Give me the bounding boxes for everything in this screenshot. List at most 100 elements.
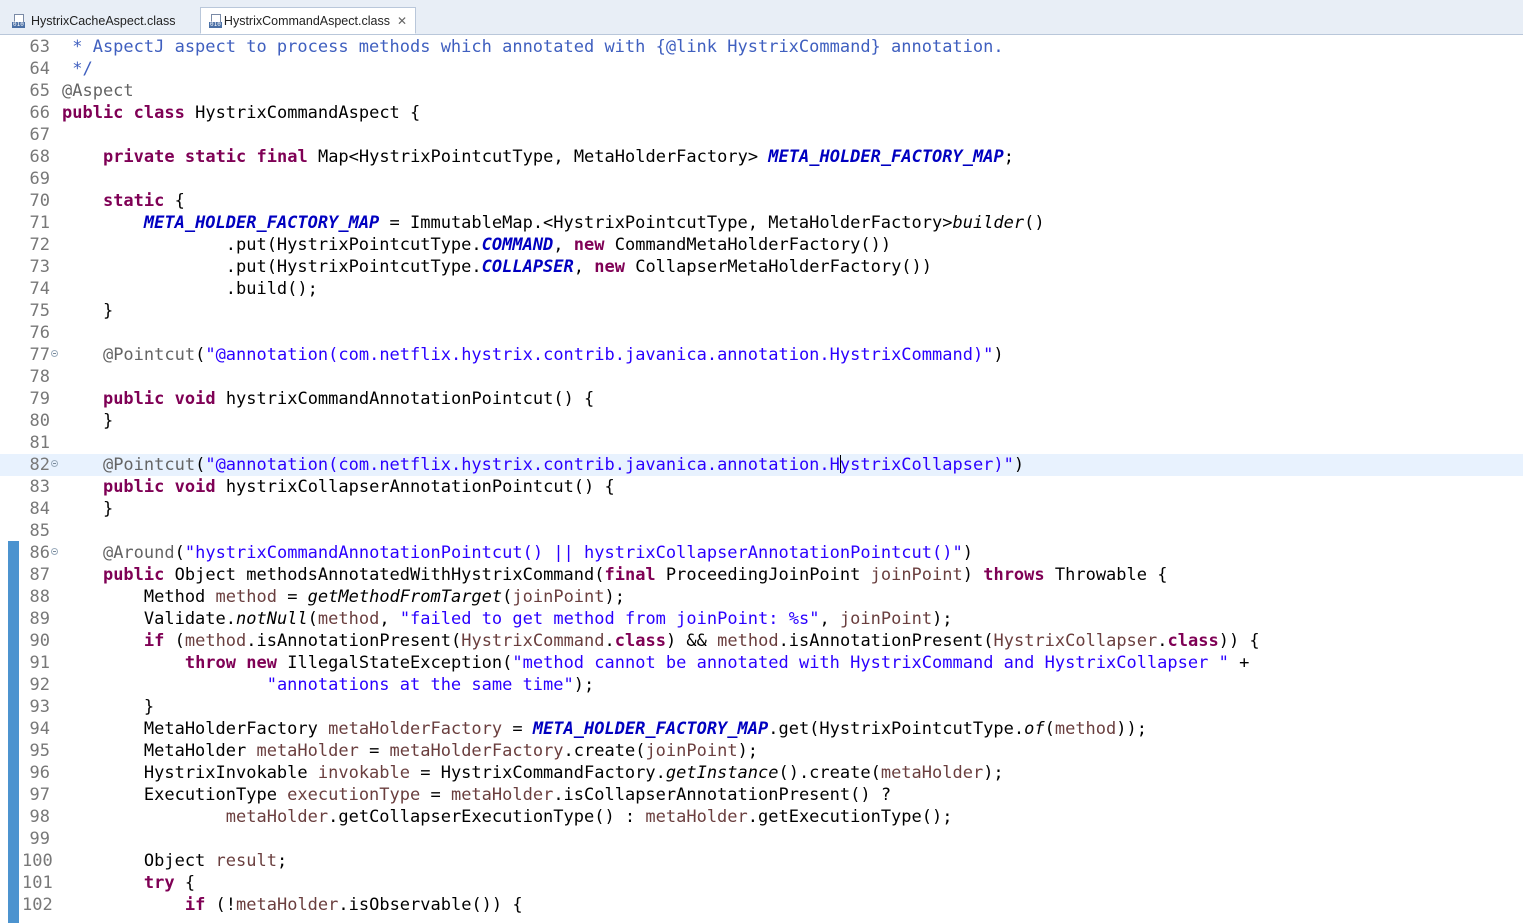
code-text: private static final Map<HystrixPointcut… [62,146,1014,168]
code-text: if (!metaHolder.isObservable()) { [62,894,523,916]
code-line[interactable]: 82 @Pointcut("@annotation(com.netflix.hy… [0,454,1523,476]
code-line[interactable]: 85 [0,520,1523,542]
close-icon[interactable]: ✕ [397,14,407,28]
code-editor[interactable]: 63 * AspectJ aspect to process methods w… [0,35,1523,923]
code-line[interactable]: 67 [0,124,1523,146]
code-token: metaHolder [256,741,359,761]
code-line[interactable]: 95 MetaHolder metaHolder = metaHolderFac… [0,740,1523,762]
code-line[interactable]: 70 static { [0,190,1523,212]
tab-label: HystrixCommandAspect.class [223,13,390,28]
code-token: ( [195,455,206,475]
line-number: 81 [29,433,50,453]
code-line[interactable]: 90 if (method.isAnnotationPresent(Hystri… [0,630,1523,652]
code-line[interactable]: 83 public void hystrixCollapserAnnotatio… [0,476,1523,498]
code-line[interactable]: 68 private static final Map<HystrixPoint… [0,146,1523,168]
code-token: ProceedingJoinPoint [655,565,871,585]
code-line[interactable]: 98 metaHolder.getCollapserExecutionType(… [0,806,1523,828]
code-line[interactable]: 91 throw new IllegalStateException("meth… [0,652,1523,674]
code-token: } [62,697,155,717]
code-text: if (method.isAnnotationPresent(HystrixCo… [62,630,1260,652]
code-line[interactable]: 72 .put(HystrixPointcutType.COMMAND, new… [0,234,1523,256]
line-number: 80 [29,411,50,431]
code-token: CommandMetaHolderFactory()) [604,235,892,255]
code-token: metaHolder [645,807,748,827]
code-token: ); [737,741,759,761]
code-token: ( [164,631,185,651]
code-line[interactable]: 96 HystrixInvokable invokable = HystrixC… [0,762,1523,784]
code-line[interactable]: 69 [0,168,1523,190]
code-token: if [143,631,165,651]
code-line[interactable]: 65 @Aspect [0,80,1523,102]
code-line[interactable]: 94 MetaHolderFactory metaHolderFactory =… [0,718,1523,740]
line-number: 73 [29,257,50,277]
tab-hystrix-cache-aspect[interactable]: 010 HystrixCacheAspect.class [4,8,197,33]
code-line[interactable]: 75 } [0,300,1523,322]
code-token: MetaHolderFactory [62,719,329,739]
code-text: META_HOLDER_FACTORY_MAP = ImmutableMap.<… [62,212,1045,234]
code-line[interactable]: 78 [0,366,1523,388]
code-token: private [102,147,175,167]
code-line[interactable]: 84 } [0,498,1523,520]
code-token: final [604,565,656,585]
line-number: 87 [29,565,50,585]
code-token: + [1228,653,1250,673]
code-line[interactable]: 76 [0,322,1523,344]
code-line[interactable]: 101 try { [0,872,1523,894]
code-line[interactable]: 64 */ [0,58,1523,80]
code-token: ( [195,345,206,365]
code-token: static [184,147,247,167]
code-token: method [317,609,380,629]
code-line[interactable]: 102 if (!metaHolder.isObservable()) { [0,894,1523,916]
code-line[interactable]: 92 "annotations at the same time"); [0,674,1523,696]
code-line[interactable]: 93 } [0,696,1523,718]
code-line[interactable]: 99 [0,828,1523,850]
code-line[interactable]: 73 .put(HystrixPointcutType.COLLAPSER, n… [0,256,1523,278]
line-number: 90 [29,631,50,651]
code-token: } [62,499,114,519]
fold-collapse-icon[interactable] [51,460,58,467]
code-token: HystrixCommandAspect { [184,103,421,123]
code-line[interactable]: 80 } [0,410,1523,432]
code-token: final [256,147,308,167]
code-line[interactable]: 87 public Object methodsAnnotatedWithHys… [0,564,1523,586]
code-text: try { [62,872,195,894]
code-text: Validate.notNull(method, "failed to get … [62,608,953,630]
code-token: "method cannot be annotated with Hystrix… [512,653,1229,673]
code-token: } [62,411,114,431]
fold-collapse-icon[interactable] [51,350,58,357]
code-line[interactable]: 100 Object result; [0,850,1523,872]
code-token: META_HOLDER_FACTORY_MAP [768,147,1004,167]
tab-hystrix-command-aspect[interactable]: 010 HystrixCommandAspect.class ✕ [200,7,416,34]
code-text: Object result; [62,850,287,872]
code-line[interactable]: 81 [0,432,1523,454]
code-line[interactable]: 63 * AspectJ aspect to process methods w… [0,36,1523,58]
code-token: .getCollapserExecutionType() : [328,807,646,827]
code-token: = [502,719,533,739]
line-number: 93 [29,697,50,717]
code-line[interactable]: 89 Validate.notNull(method, "failed to g… [0,608,1523,630]
code-token: ExecutionType [62,785,288,805]
code-line[interactable]: 97 ExecutionType executionType = metaHol… [0,784,1523,806]
code-token: metaHolder [880,763,984,783]
code-line[interactable]: 77 @Pointcut("@annotation(com.netflix.hy… [0,344,1523,366]
code-token: throws [983,565,1045,585]
code-token: method [215,587,277,607]
code-token: new [594,257,625,277]
code-token: .isAnnotationPresent( [778,631,994,651]
code-token: invokable [317,763,410,783]
code-token: result [215,851,277,871]
code-line[interactable]: 86 @Around("hystrixCommandAnnotationPoin… [0,542,1523,564]
line-number: 89 [29,609,50,629]
code-token: . [604,631,615,651]
code-line[interactable]: 71 META_HOLDER_FACTORY_MAP = ImmutableMa… [0,212,1523,234]
code-line[interactable]: 88 Method method = getMethodFromTarget(j… [0,586,1523,608]
code-line[interactable]: 79 public void hystrixCommandAnnotationP… [0,388,1523,410]
code-line[interactable]: 74 .build(); [0,278,1523,300]
line-number: 76 [29,323,50,343]
fold-collapse-icon[interactable] [51,548,58,555]
code-line[interactable]: 66 public class HystrixCommandAspect { [0,102,1523,124]
code-text: @Around("hystrixCommandAnnotationPointcu… [62,542,973,564]
